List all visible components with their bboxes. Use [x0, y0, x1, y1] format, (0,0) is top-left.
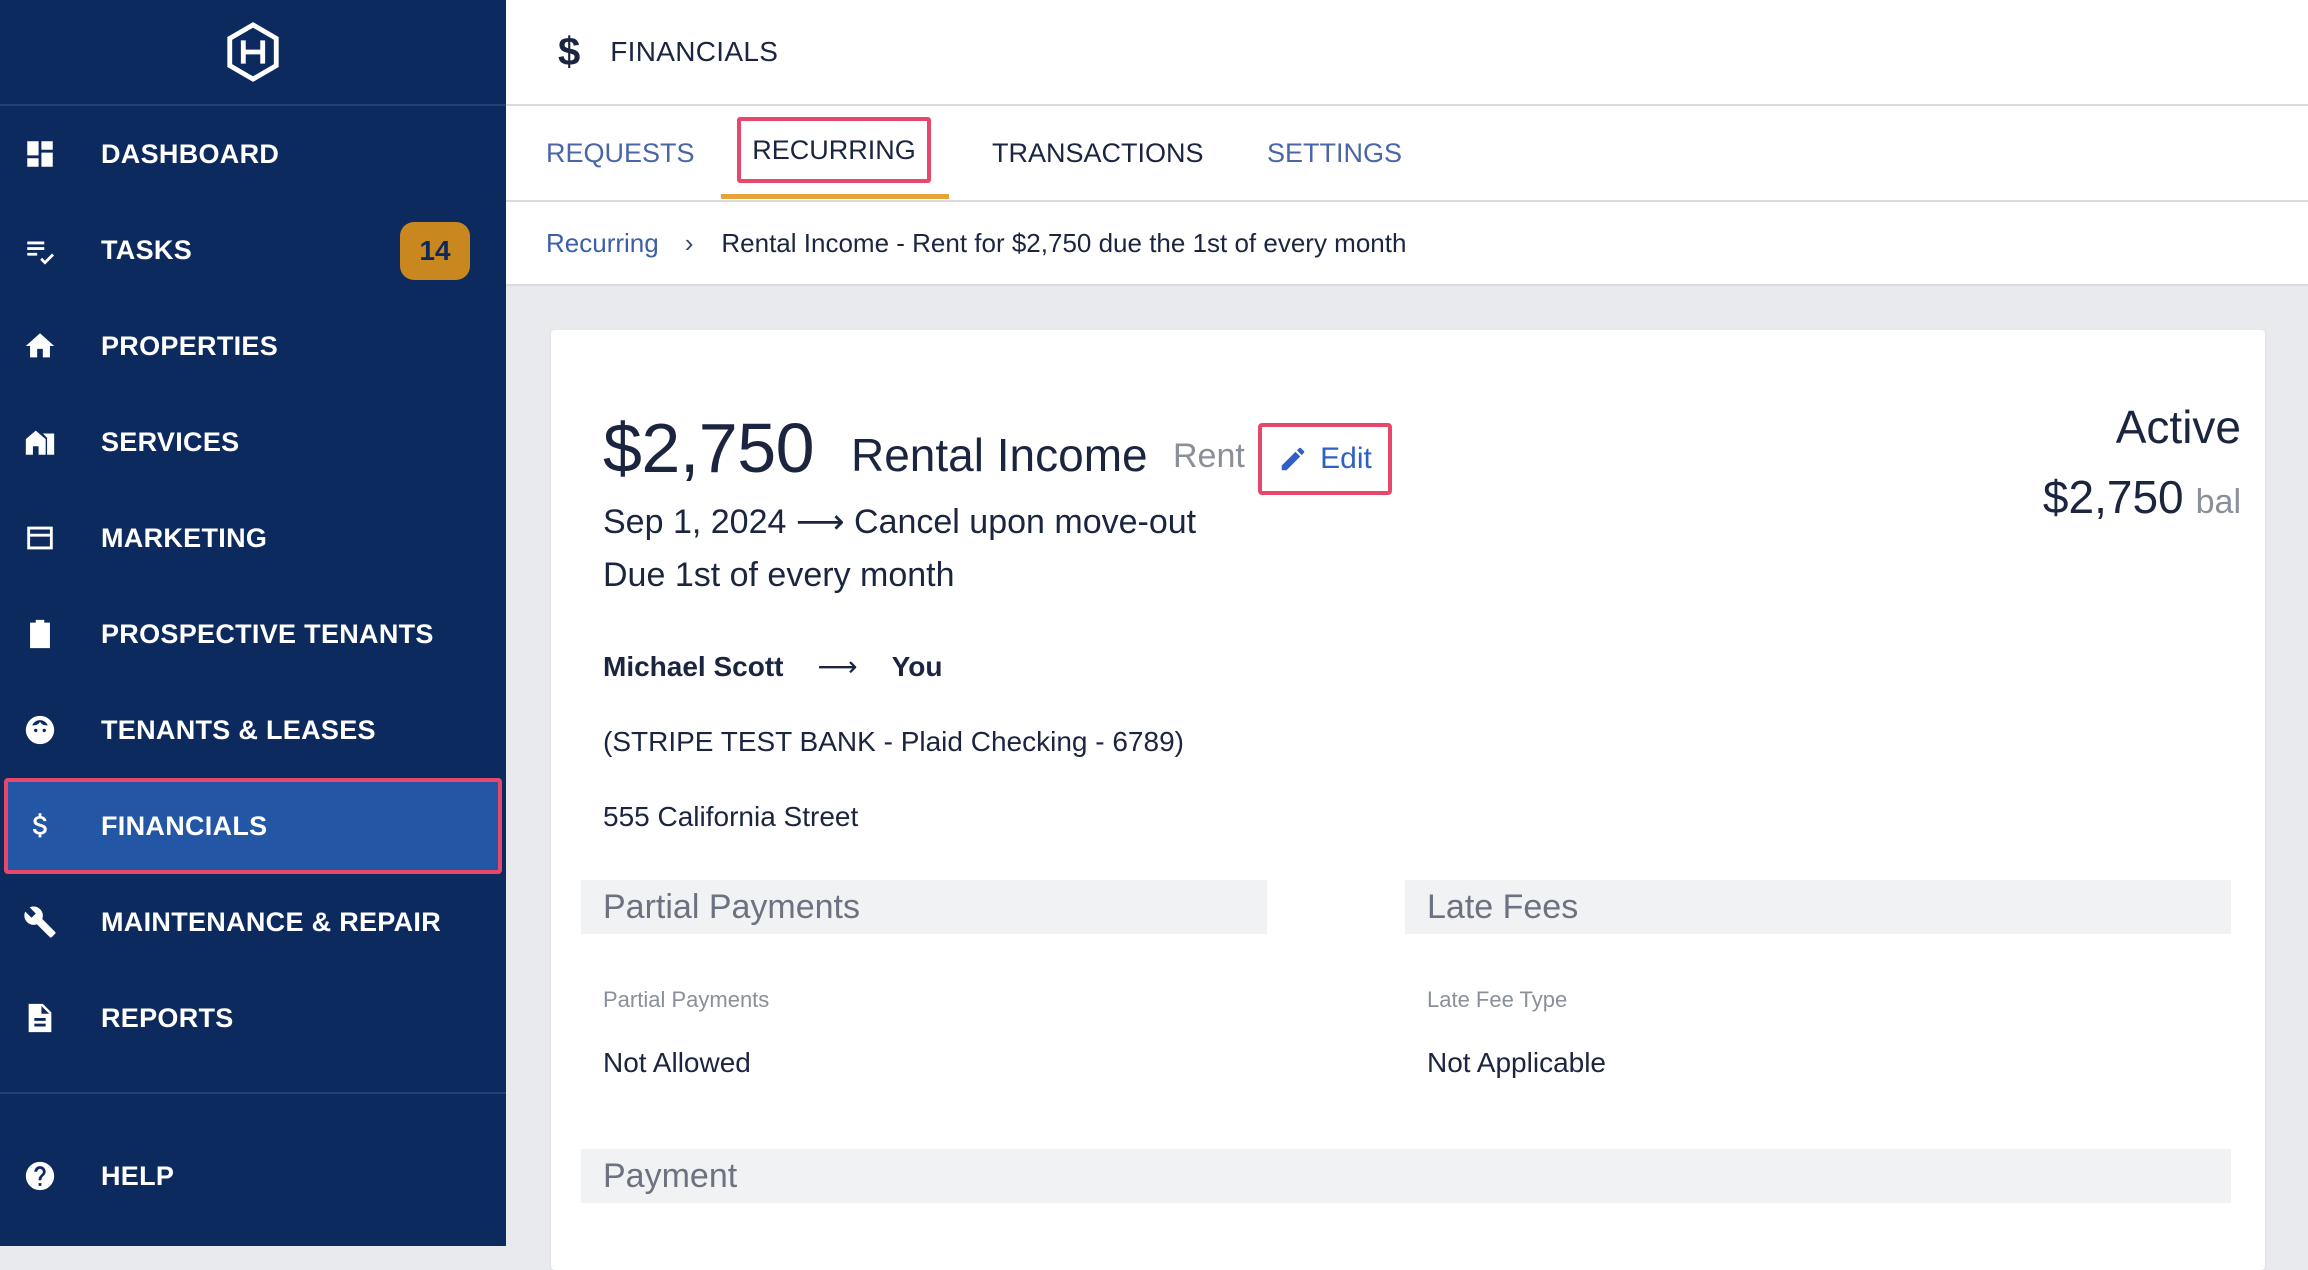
partial-payments-header: Partial Payments	[581, 880, 1267, 934]
sidebar-item-financials[interactable]: FINANCIALS	[4, 778, 502, 874]
marketing-icon	[20, 518, 60, 558]
sidebar-item-dashboard[interactable]: DASHBOARD	[0, 106, 506, 202]
tab-requests[interactable]: REQUESTS	[546, 106, 695, 200]
sidebar-nav: DASHBOARD TASKS 14 PROPERTIES SERVICES M…	[0, 106, 506, 1066]
payer-payee: Michael Scott ⟶ You	[603, 650, 942, 683]
balance-amount: $2,750 bal	[2043, 470, 2241, 524]
property-address: 555 California Street	[603, 801, 859, 832]
recurring-subcategory: Rent	[1173, 437, 1245, 475]
sidebar-item-label: FINANCIALS	[101, 810, 268, 841]
sidebar-divider	[0, 1092, 506, 1094]
late-fees-header: Late Fees	[1405, 880, 2231, 934]
active-tab-indicator	[721, 194, 949, 199]
breadcrumb-current: Rental Income - Rent for $2,750 due the …	[721, 227, 1407, 258]
payment-header: Payment	[581, 1149, 2231, 1203]
payer-name: Michael Scott	[603, 651, 784, 682]
bank-account: (STRIPE TEST BANK - Plaid Checking - 678…	[603, 726, 1184, 757]
date-range: Sep 1, 2024 ⟶ Cancel upon move-out	[603, 503, 1197, 541]
breadcrumb-recurring-link[interactable]: Recurring	[546, 228, 659, 259]
sidebar-item-label: HELP	[101, 1160, 175, 1191]
app-logo[interactable]	[0, 0, 506, 106]
partial-payments-value: Not Allowed	[603, 1047, 751, 1078]
balance-suffix: bal	[2195, 483, 2241, 521]
sidebar-item-label: TENANTS & LEASES	[101, 714, 376, 745]
services-icon	[20, 422, 60, 462]
financials-header-icon: $	[558, 29, 581, 74]
sidebar-item-maintenance-repair[interactable]: MAINTENANCE & REPAIR	[0, 874, 506, 970]
tab-settings[interactable]: SETTINGS	[1267, 106, 1402, 200]
financials-tabs: REQUESTS RECURRING TRANSACTIONS SETTINGS	[506, 106, 2308, 202]
chevron-right-icon: ›	[684, 227, 694, 258]
dollar-icon	[20, 806, 60, 846]
sidebar-item-properties[interactable]: PROPERTIES	[0, 298, 506, 394]
partial-payments-label: Partial Payments	[603, 987, 770, 1012]
due-schedule: Due 1st of every month	[603, 556, 955, 594]
sidebar-item-label: REPORTS	[101, 1002, 234, 1033]
late-fee-type-value: Not Applicable	[1427, 1047, 1607, 1078]
balance-value: $2,750	[2042, 471, 2184, 523]
sidebar-item-label: SERVICES	[101, 426, 240, 457]
sidebar-item-label: MAINTENANCE & REPAIR	[101, 906, 442, 937]
sidebar-item-reports[interactable]: REPORTS	[0, 970, 506, 1066]
tasks-icon	[20, 230, 60, 270]
breadcrumb: Recurring › Rental Income - Rent for $2,…	[506, 202, 2308, 286]
logo-icon	[227, 22, 279, 82]
dashboard-icon	[20, 134, 60, 174]
tasks-count-badge: 14	[400, 222, 470, 280]
pencil-icon	[1281, 447, 1305, 471]
sidebar-item-label: TASKS	[101, 234, 193, 265]
sidebar-item-help[interactable]: HELP	[0, 1128, 506, 1224]
edit-button[interactable]: Edit	[1258, 423, 1392, 495]
report-icon	[20, 998, 60, 1038]
payee-name: You	[891, 651, 943, 682]
late-fee-type-label: Late Fee Type	[1427, 987, 1568, 1012]
arrow-right-icon: ⟶	[817, 651, 858, 682]
recurring-amount: $2,750	[603, 409, 815, 487]
status-label: Active	[2115, 401, 2241, 453]
sidebar-item-tasks[interactable]: TASKS 14	[0, 202, 506, 298]
sidebar-item-prospective-tenants[interactable]: PROSPECTIVE TENANTS	[0, 586, 506, 682]
face-icon	[20, 710, 60, 750]
tab-transactions[interactable]: TRANSACTIONS	[992, 106, 1204, 200]
edit-button-label: Edit	[1320, 442, 1372, 475]
sidebar-item-label: PROSPECTIVE TENANTS	[101, 618, 434, 649]
page-header: $ FINANCIALS	[506, 0, 2308, 106]
recurring-category: Rental Income	[851, 429, 1148, 481]
sidebar: DASHBOARD TASKS 14 PROPERTIES SERVICES M…	[0, 0, 506, 1246]
home-icon	[20, 326, 60, 366]
clipboard-icon	[20, 614, 60, 654]
sidebar-item-services[interactable]: SERVICES	[0, 394, 506, 490]
sidebar-item-tenants-leases[interactable]: TENANTS & LEASES	[0, 682, 506, 778]
sidebar-item-label: MARKETING	[101, 522, 268, 553]
sidebar-item-label: PROPERTIES	[101, 330, 279, 361]
page-title: FINANCIALS	[610, 36, 779, 67]
sidebar-item-label: DASHBOARD	[101, 138, 280, 169]
recurring-detail-card: $2,750 Rental Income Rent Edit Active $2…	[551, 330, 2265, 1270]
tab-recurring[interactable]: RECURRING	[737, 117, 931, 183]
sidebar-item-marketing[interactable]: MARKETING	[0, 490, 506, 586]
wrench-icon	[20, 902, 60, 942]
help-icon	[20, 1156, 60, 1196]
